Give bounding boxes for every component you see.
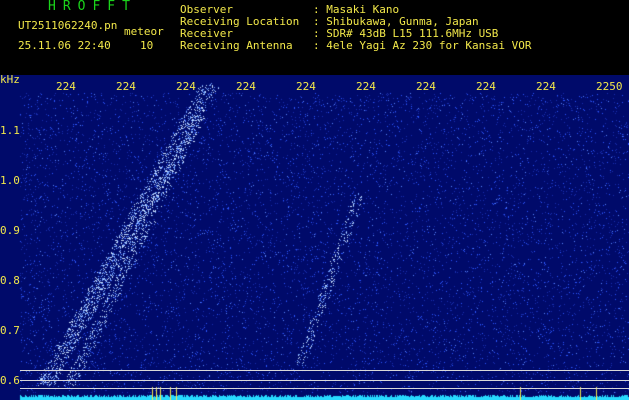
reference-line [20, 388, 629, 389]
x-tick-label: 224 [176, 80, 196, 93]
x-tick-label: 224 [356, 80, 376, 93]
spectrogram-canvas [0, 75, 629, 400]
x-tick-label: 224 [116, 80, 136, 93]
reference-line [20, 370, 629, 371]
antenna-value: : 4ele Yagi Az 230 for Kansai VOR [313, 39, 532, 52]
y-tick-label: 0.6 [0, 374, 20, 387]
spectrogram: kHz 224 224 224 224 224 224 224 224 224 … [0, 73, 629, 400]
y-tick-label: 0.9 [0, 224, 20, 237]
y-tick-label: 0.8 [0, 274, 20, 287]
x-tick-label: 224 [416, 80, 436, 93]
x-tick-label: 2250 [596, 80, 623, 93]
app-logo: HROFFT [48, 0, 137, 14]
x-tick-label: 224 [56, 80, 76, 93]
y-unit-label: kHz [0, 73, 20, 86]
x-tick-label: 224 [476, 80, 496, 93]
header: HROFFT UT2511062240.pn meteor 25.11.06 2… [0, 0, 629, 75]
x-tick-label: 224 [236, 80, 256, 93]
date-time: 25.11.06 22:40 [18, 39, 111, 52]
x-tick-label: 224 [296, 80, 316, 93]
meteor-count: 10 [140, 39, 154, 52]
x-tick-label: 224 [536, 80, 556, 93]
antenna-label: Receiving Antenna [180, 39, 293, 52]
reference-line [20, 380, 629, 381]
file-name: UT2511062240.pn [18, 19, 118, 32]
y-tick-label: 1.0 [0, 174, 20, 187]
detection-tag: meteor [124, 25, 164, 38]
y-tick-label: 0.7 [0, 324, 20, 337]
y-tick-label: 1.1 [0, 124, 20, 137]
